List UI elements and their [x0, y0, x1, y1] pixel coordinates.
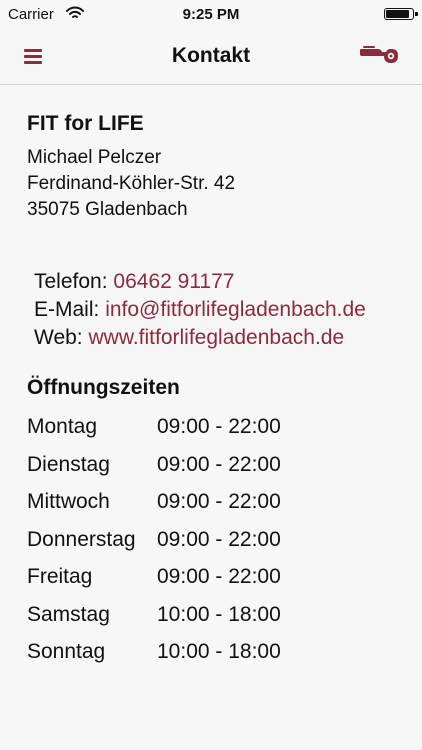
- hours-day: Freitag: [27, 565, 93, 588]
- hours-row: Mittwoch 09:00 - 22:00: [27, 483, 407, 521]
- email-link[interactable]: info@fitforlifegladenbach.de: [105, 298, 366, 321]
- hours-row: Freitag 09:00 - 22:00: [27, 558, 407, 596]
- city-address: 35075 Gladenbach: [27, 199, 188, 220]
- email-label: E-Mail:: [34, 298, 100, 321]
- hours-time: 10:00 - 18:00: [157, 640, 281, 663]
- hours-row: Montag 09:00 - 22:00: [27, 408, 407, 446]
- battery-fill: [386, 10, 410, 18]
- hours-day: Dienstag: [27, 452, 110, 476]
- phone-row: Telefon: 06462 91177: [34, 268, 407, 296]
- web-label: Web:: [34, 326, 83, 349]
- hours-time: 09:00 - 22:00: [157, 565, 281, 588]
- web-row: Web: www.fitforlifegladenbach.de: [34, 324, 407, 352]
- address-block: Michael Pelczer Ferdinand-Köhler-Str. 42…: [27, 145, 407, 223]
- web-link[interactable]: www.fitforlifegladenbach.de: [88, 326, 344, 349]
- phone-link[interactable]: 06462 91177: [113, 270, 234, 293]
- hours-day: Donnerstag: [27, 527, 136, 551]
- email-row: E-Mail: info@fitforlifegladenbach.de: [34, 296, 407, 324]
- hours-day: Montag: [27, 415, 98, 438]
- contact-content: FIT for LIFE Michael Pelczer Ferdinand-K…: [27, 110, 407, 671]
- hours-time: 09:00 - 22:00: [157, 415, 281, 438]
- hours-time: 09:00 - 22:00: [157, 452, 281, 476]
- hours-time: 09:00 - 22:00: [157, 490, 281, 513]
- status-bar: Carrier 9:25 PM: [0, 0, 422, 30]
- hours-row: Sonntag 10:00 - 18:00: [27, 633, 407, 671]
- hours-row: Samstag 10:00 - 18:00: [27, 596, 407, 634]
- battery-tip: [415, 12, 418, 16]
- street-address: Ferdinand-Köhler-Str. 42: [27, 173, 236, 194]
- navigation-bar: Kontakt: [0, 30, 422, 85]
- business-name: FIT for LIFE: [27, 112, 144, 135]
- contact-details: Telefon: 06462 91177 E-Mail: info@fitfor…: [34, 268, 407, 352]
- whistle-icon[interactable]: [358, 44, 402, 66]
- opening-hours-table: Montag 09:00 - 22:00 Dienstag 09:00 - 22…: [27, 408, 407, 671]
- hours-day: Sonntag: [27, 640, 106, 663]
- hours-time: 09:00 - 22:00: [157, 527, 281, 551]
- hours-row: Dienstag 09:00 - 22:00: [27, 446, 407, 484]
- hours-time: 10:00 - 18:00: [157, 602, 281, 626]
- opening-hours-title: Öffnungszeiten: [27, 376, 180, 399]
- contact-person: Michael Pelczer: [27, 147, 162, 168]
- hours-row: Donnerstag 09:00 - 22:00: [27, 521, 407, 559]
- phone-label: Telefon:: [34, 270, 108, 293]
- battery-icon: [384, 8, 418, 20]
- hours-day: Mittwoch: [27, 490, 110, 513]
- status-time: 9:25 PM: [182, 6, 240, 23]
- hours-day: Samstag: [27, 602, 110, 626]
